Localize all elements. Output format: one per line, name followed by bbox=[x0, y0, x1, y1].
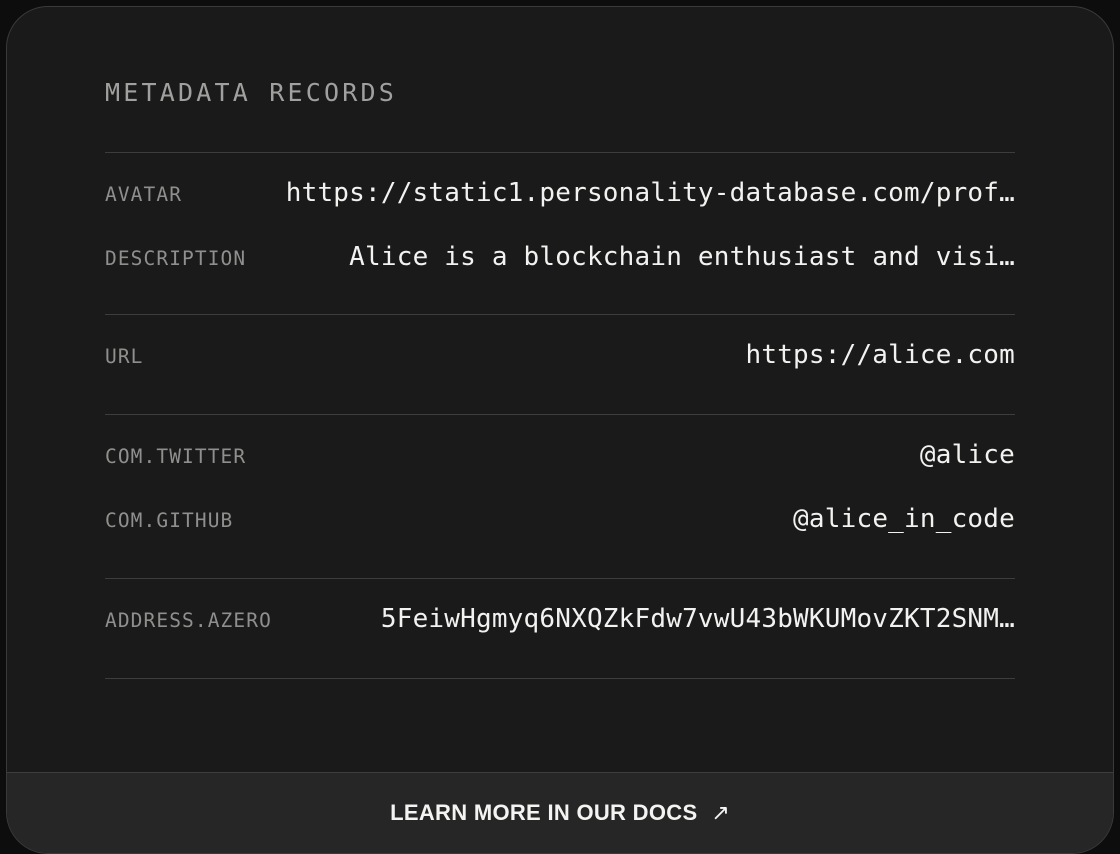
external-link-arrow-icon: ↗ bbox=[711, 800, 730, 826]
footer-label: LEARN MORE IN OUR DOCS bbox=[390, 800, 698, 825]
record-row-avatar[interactable]: AVATAR https://static1.personality-datab… bbox=[105, 153, 1015, 225]
record-row-com-github[interactable]: COM.GITHUB @alice_in_code bbox=[105, 487, 1015, 551]
record-value-address-azero: 5FeiwHgmyq6NXQZkFdw7vwU43bWKUMovZKT2SNM… bbox=[380, 603, 1015, 634]
divider-5 bbox=[105, 677, 1015, 679]
record-row-description[interactable]: DESCRIPTION Alice is a blockchain enthus… bbox=[105, 225, 1015, 289]
record-group-2: URL https://alice.com bbox=[105, 315, 1015, 387]
record-value-description: Alice is a blockchain enthusiast and vis… bbox=[349, 241, 1015, 272]
record-label-description: DESCRIPTION bbox=[105, 246, 247, 270]
record-value-avatar: https://static1.personality-database.com… bbox=[285, 177, 1015, 208]
card-body: METADATA RECORDS AVATAR https://static1.… bbox=[7, 7, 1113, 772]
record-label-address-azero: ADDRESS.AZERO bbox=[105, 608, 272, 632]
record-row-com-twitter[interactable]: COM.TWITTER @alice bbox=[105, 415, 1015, 487]
learn-more-docs-link[interactable]: LEARN MORE IN OUR DOCS ↗ bbox=[7, 772, 1113, 853]
record-group-1: AVATAR https://static1.personality-datab… bbox=[105, 153, 1015, 289]
record-row-address-azero[interactable]: ADDRESS.AZERO 5FeiwHgmyq6NXQZkFdw7vwU43b… bbox=[105, 579, 1015, 651]
record-value-com-github: @alice_in_code bbox=[793, 503, 1015, 534]
record-label-com-twitter: COM.TWITTER bbox=[105, 444, 247, 468]
record-value-com-twitter: @alice bbox=[919, 439, 1015, 470]
record-label-com-github: COM.GITHUB bbox=[105, 508, 234, 532]
metadata-records-card: METADATA RECORDS AVATAR https://static1.… bbox=[6, 6, 1114, 854]
record-label-url: URL bbox=[105, 344, 144, 368]
record-label-avatar: AVATAR bbox=[105, 182, 183, 206]
record-value-url: https://alice.com bbox=[745, 339, 1015, 370]
page-title: METADATA RECORDS bbox=[105, 78, 398, 107]
record-group-3: COM.TWITTER @alice COM.GITHUB @alice_in_… bbox=[105, 415, 1015, 551]
record-row-url[interactable]: URL https://alice.com bbox=[105, 315, 1015, 387]
record-group-4: ADDRESS.AZERO 5FeiwHgmyq6NXQZkFdw7vwU43b… bbox=[105, 579, 1015, 651]
